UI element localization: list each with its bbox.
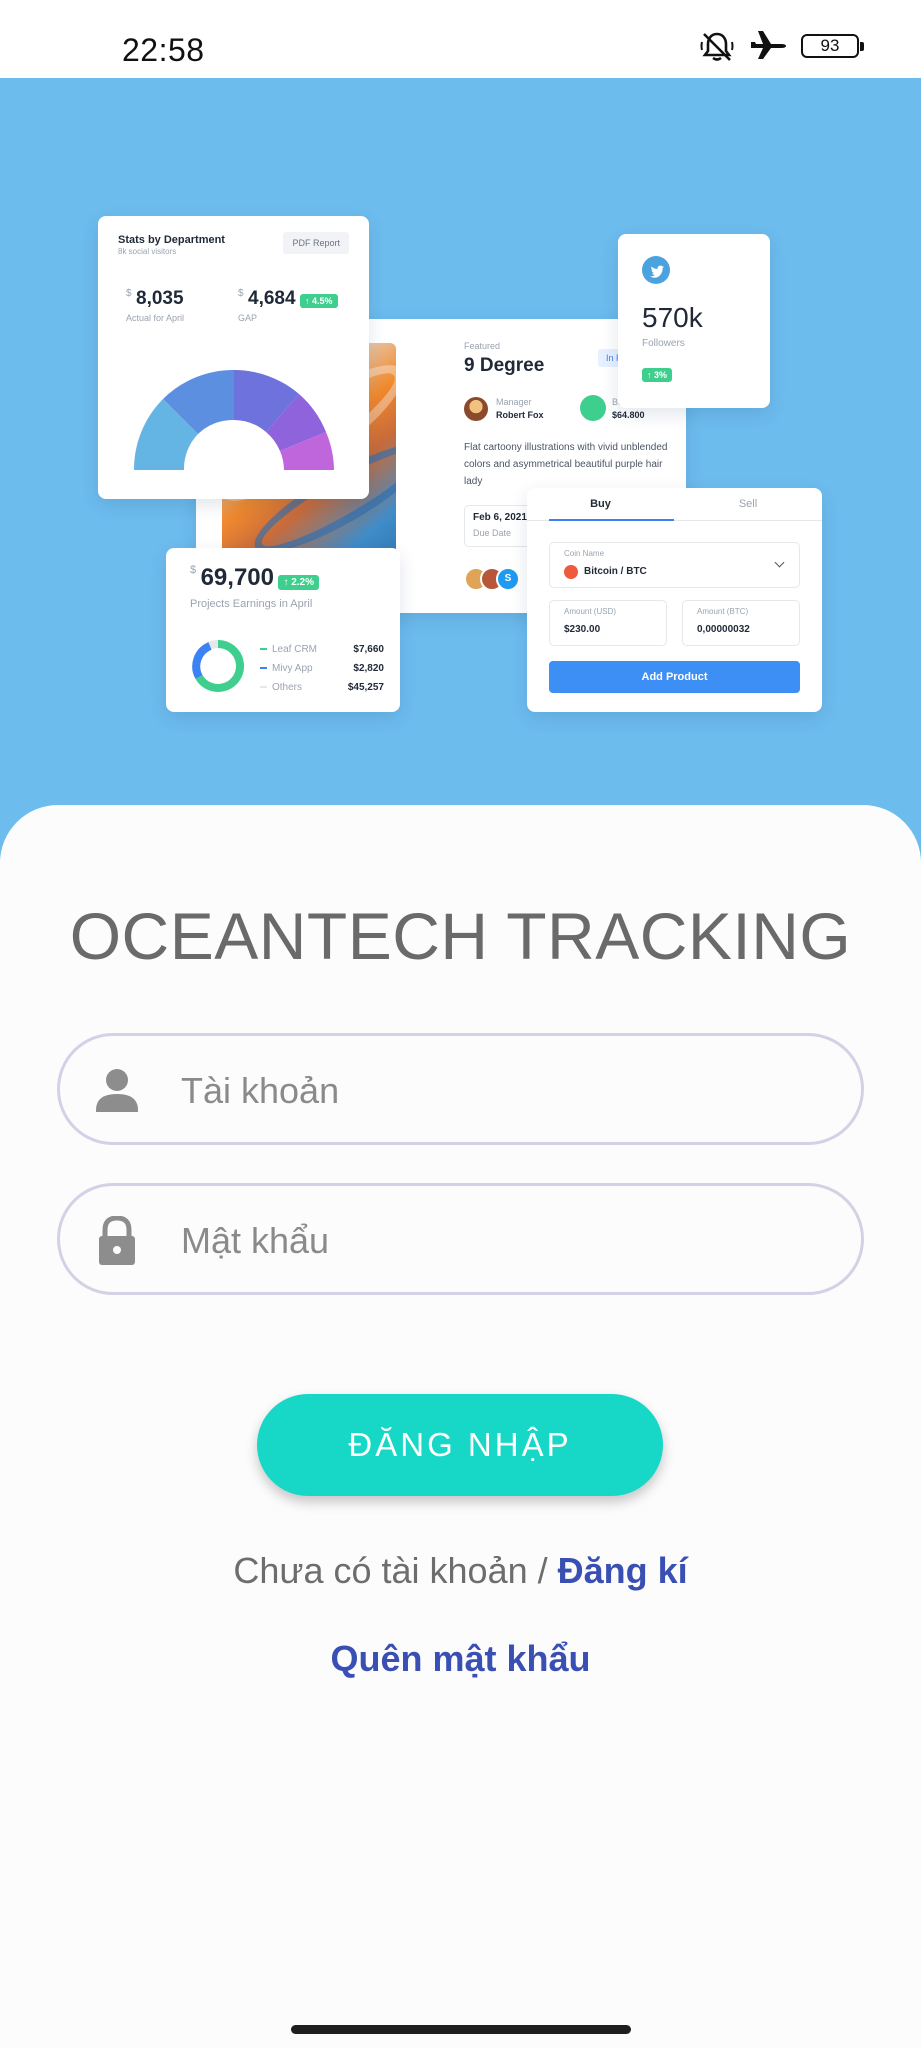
manager-name: Robert Fox [496, 410, 544, 420]
app-title: OCEANTECH TRACKING [69, 899, 852, 973]
earnings-rows: Leaf CRM $7,660 Mivy App $2,820 Others $… [260, 640, 384, 697]
twitter-followers-card: 570k Followers ↑ 3% [618, 234, 770, 408]
budget-icon [580, 395, 606, 421]
user-icon [96, 1069, 138, 1112]
dept-title: Stats by Department [118, 234, 225, 246]
pdf-report-button: PDF Report [283, 232, 349, 254]
battery-icon: 93 [801, 34, 864, 58]
featured-title: 9 Degree [464, 355, 545, 376]
status-time: 22:58 [122, 32, 205, 68]
btc-label: Amount (BTC) [697, 607, 749, 616]
currency-symbol: $ [238, 288, 244, 299]
project-earnings-card: $ 69,700 ↑ 2.2% Projects Earnings in Apr… [166, 548, 400, 712]
featured-kicker: Featured [464, 341, 501, 351]
coin-label: Coin Name [564, 549, 605, 558]
status-icons: 93 [699, 30, 864, 62]
manager-label: Manager [496, 397, 532, 407]
currency-symbol: $ [126, 288, 132, 299]
add-product-button: Add Product [549, 661, 800, 693]
manager-avatar [464, 397, 488, 421]
budget-value: $64.800 [612, 410, 645, 420]
earnings-row-value: $45,257 [347, 682, 384, 693]
team-avatars: S [464, 567, 534, 593]
airplane-icon [751, 31, 786, 59]
username-placeholder: Tài khoản [181, 1070, 340, 1111]
earnings-badge: ↑ 2.2% [278, 575, 320, 590]
tab-buy-underline [549, 519, 674, 521]
usd-value: $230.00 [564, 624, 601, 635]
bell-off-icon [700, 32, 734, 61]
dept-stat1-label: Actual for April [126, 313, 185, 323]
dept-stat2-value: 4,684 [248, 288, 296, 309]
register-prompt: Chưa có tài khoản / Đăng kí [0, 1550, 921, 1592]
earnings-row: Mivy App $2,820 [260, 659, 384, 678]
earnings-row-name: Leaf CRM [272, 644, 318, 655]
hero-illustration: Featured 9 Degree In P Manager Robert Fo… [0, 78, 921, 860]
btc-value: 0,00000032 [697, 624, 750, 635]
twitter-followers-value: 570k [642, 302, 703, 333]
department-semicircle-chart [134, 369, 334, 470]
dept-stat1-value: 8,035 [136, 288, 184, 309]
earnings-value: 69,700 [200, 564, 274, 591]
usd-amount-field: Amount (USD) $230.00 [549, 600, 667, 646]
earnings-label: Projects Earnings in April [190, 598, 313, 610]
earnings-row-name: Mivy App [272, 663, 313, 674]
dept-subtitle: 8k social visitors [118, 247, 177, 256]
earnings-row: Others $45,257 [260, 678, 384, 697]
stats-department-card: Stats by Department 8k social visitors P… [98, 216, 369, 499]
forgot-password-link[interactable]: Quên mật khẩu [0, 1638, 921, 1680]
bitcoin-icon [564, 565, 578, 579]
twitter-growth-badge: ↑ 3% [642, 368, 673, 382]
earnings-donut-chart [192, 639, 245, 692]
tab-sell: Sell [738, 498, 758, 510]
buy-sell-card: Buy Sell Coin Name Bitcoin / BTC Amount … [527, 488, 822, 712]
earnings-row: Leaf CRM $7,660 [260, 640, 384, 659]
register-link[interactable]: Đăng kí [558, 1550, 688, 1591]
earnings-total: $ 69,700 ↑ 2.2% [190, 564, 320, 592]
earnings-row-value: $7,660 [353, 644, 384, 655]
due-date-value: Feb 6, 2021 [473, 512, 527, 523]
chevron-down-icon [774, 557, 785, 568]
coin-select: Coin Name Bitcoin / BTC [549, 542, 800, 588]
featured-description: Flat cartoony illustrations with vivid u… [464, 442, 668, 487]
dept-stat2: $ 4,684 ↑ 4.5% GAP [238, 288, 338, 323]
tab-buy: Buy [590, 498, 611, 510]
home-indicator[interactable] [291, 2025, 631, 2034]
password-field[interactable]: Mật khẩu [57, 1183, 864, 1295]
username-field[interactable]: Tài khoản [57, 1033, 864, 1145]
dept-stat2-badge: ↑ 4.5% [300, 294, 338, 308]
due-date-label: Due Date [473, 528, 512, 538]
login-button[interactable]: ĐĂNG NHẬP [257, 1394, 663, 1496]
coin-value: Bitcoin / BTC [584, 566, 647, 577]
earnings-row-value: $2,820 [353, 663, 384, 674]
status-bar: 22:58 93 [0, 0, 921, 78]
twitter-followers-label: Followers [642, 338, 685, 349]
earnings-row-name: Others [272, 682, 303, 693]
dept-stat2-label: GAP [238, 313, 258, 323]
twitter-icon [642, 256, 670, 284]
usd-label: Amount (USD) [564, 607, 617, 616]
btc-amount-field: Amount (BTC) 0,00000032 [682, 600, 800, 646]
no-account-text: Chưa có tài khoản / [233, 1550, 558, 1591]
currency-symbol: $ [190, 564, 197, 576]
password-placeholder: Mật khẩu [181, 1220, 330, 1261]
lock-icon [99, 1216, 135, 1265]
dept-stat1: $ 8,035 Actual for April [126, 288, 184, 323]
avatar-letter: S [496, 567, 520, 591]
